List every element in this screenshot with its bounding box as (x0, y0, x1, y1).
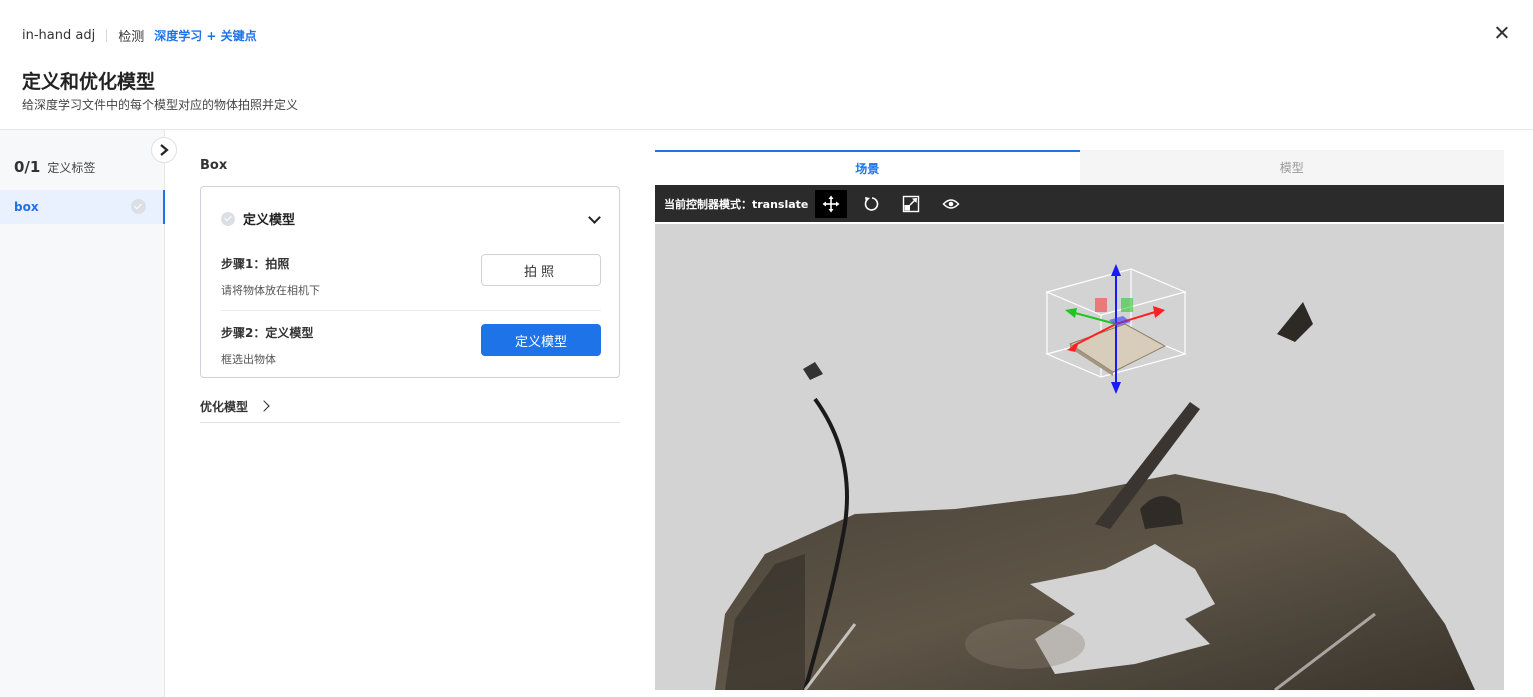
transform-gizmo[interactable] (1045, 264, 1187, 394)
floating-cluster (803, 362, 823, 380)
translate-icon (822, 195, 840, 212)
viewer-tabs: 场景 模型 (655, 150, 1504, 185)
rotate-tool-button[interactable] (855, 190, 887, 218)
object-title: Box (200, 158, 228, 173)
viewer-toolbar: 当前控制器模式：translate (655, 185, 1504, 222)
optimize-model-row[interactable]: 优化模型 (200, 390, 620, 423)
optimize-model-label: 优化模型 (200, 399, 249, 414)
sidebar-item-label: box (14, 200, 39, 214)
card-header[interactable]: 定义模型 (221, 209, 295, 228)
label-count-text: 定义标签 (47, 161, 96, 175)
check-circle-icon (221, 211, 235, 226)
define-model-card: 定义模型 步骤1：拍照 请将物体放在相机下 拍照 步骤2：定义模型 框选出物体 … (200, 186, 620, 378)
chevron-down-icon[interactable] (588, 211, 601, 224)
3d-viewport[interactable] (655, 224, 1504, 690)
tab-scene[interactable]: 场景 (655, 150, 1080, 185)
rotate-icon (865, 196, 879, 211)
scale-icon (903, 195, 920, 212)
capture-button[interactable]: 拍照 (481, 254, 601, 286)
page-subtitle: 给深度学习文件中的每个模型对应的物体拍照并定义 (22, 98, 299, 112)
floating-cluster (1277, 302, 1313, 342)
step-capture: 步骤1：拍照 请将物体放在相机下 拍照 (221, 254, 601, 311)
check-circle-icon (131, 199, 146, 214)
controller-mode-text: 当前控制器模式：translate (664, 197, 809, 211)
define-model-button[interactable]: 定义模型 (481, 324, 601, 356)
app-name: in-hand adj (22, 28, 96, 43)
close-icon[interactable] (1493, 24, 1511, 42)
chevron-right-icon (258, 400, 270, 412)
label-sidebar: 0/1 定义标签 box (0, 130, 165, 697)
label-progress: 0/1 定义标签 (14, 158, 95, 176)
translate-tool-button[interactable] (815, 189, 848, 218)
breadcrumb: in-hand adj 检测 深度学习 + 关键点 (22, 26, 257, 45)
sidebar-toggle-button[interactable] (151, 137, 177, 163)
scale-tool-button[interactable] (895, 190, 927, 218)
step-name: 检测 (118, 30, 145, 45)
point-cloud-scene (715, 264, 1475, 690)
breadcrumb-divider (106, 29, 108, 42)
visibility-tool-button[interactable] (935, 190, 967, 218)
label-count: 0/1 (14, 158, 41, 176)
sidebar-item-box[interactable]: box (0, 190, 165, 224)
tab-model[interactable]: 模型 (1079, 150, 1504, 185)
eye-icon (942, 198, 960, 209)
page-title: 定义和优化模型 (22, 71, 156, 93)
header: in-hand adj 检测 深度学习 + 关键点 定义和优化模型 给深度学习文… (0, 0, 1533, 130)
step-define: 步骤2：定义模型 框选出物体 定义模型 (221, 324, 601, 367)
chevron-right-icon (160, 144, 169, 156)
card-title: 定义模型 (243, 213, 296, 228)
method-badge: 深度学习 + 关键点 (154, 29, 257, 43)
